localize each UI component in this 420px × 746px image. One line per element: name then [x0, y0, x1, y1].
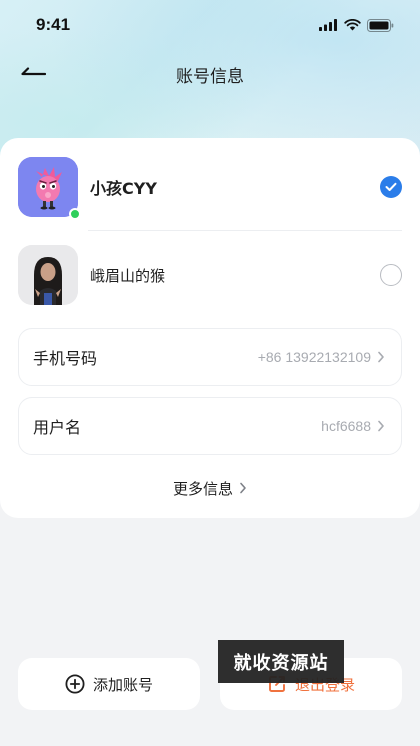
- more-info-label: 更多信息: [172, 479, 233, 498]
- add-account-button[interactable]: 添加账号: [18, 658, 200, 710]
- selected-check-icon[interactable]: [380, 176, 402, 198]
- watermark-label: 就收资源站: [218, 640, 344, 683]
- account-card: 小孩CYY 峨眉山的猴 手机号码 +86 13922132109 用户名 hcf…: [0, 138, 420, 518]
- nav-bar: 账号信息: [0, 50, 420, 98]
- field-value: +86 13922132109: [257, 349, 371, 365]
- field-value: hcf6688: [321, 418, 371, 434]
- account-item-primary[interactable]: 小孩CYY: [18, 156, 402, 220]
- avatar: [18, 245, 78, 305]
- back-button[interactable]: [18, 60, 48, 88]
- signal-icon: [319, 19, 337, 31]
- field-label: 手机号码: [33, 349, 98, 368]
- add-account-label: 添加账号: [92, 675, 153, 694]
- page-title: 账号信息: [176, 66, 244, 87]
- chevron-right-icon: [239, 482, 247, 494]
- chevron-right-icon: [377, 351, 385, 363]
- avatar: [18, 157, 81, 220]
- account-item-secondary[interactable]: 峨眉山的猴: [18, 244, 402, 306]
- chevron-right-icon: [377, 420, 385, 432]
- add-circle-icon: [65, 674, 85, 694]
- unselected-radio-icon[interactable]: [380, 264, 402, 286]
- battery-icon: [367, 18, 394, 32]
- account-name: 小孩CYY: [90, 179, 157, 198]
- status-bar: 9:41: [0, 0, 420, 50]
- online-status-dot: [69, 208, 81, 220]
- photo-avatar-icon: [18, 245, 78, 305]
- field-label: 用户名: [33, 418, 82, 437]
- account-name: 峨眉山的猴: [90, 266, 166, 285]
- status-time: 9:41: [36, 15, 71, 34]
- phone-number-field[interactable]: 手机号码 +86 13922132109: [18, 328, 402, 386]
- divider: [88, 230, 402, 231]
- back-arrow-icon: [21, 67, 46, 76]
- more-info-link[interactable]: 更多信息: [0, 476, 420, 500]
- username-field[interactable]: 用户名 hcf6688: [18, 397, 402, 455]
- cartoon-avatar-icon: [18, 157, 78, 217]
- status-icons: [319, 18, 394, 32]
- wifi-icon: [344, 19, 361, 31]
